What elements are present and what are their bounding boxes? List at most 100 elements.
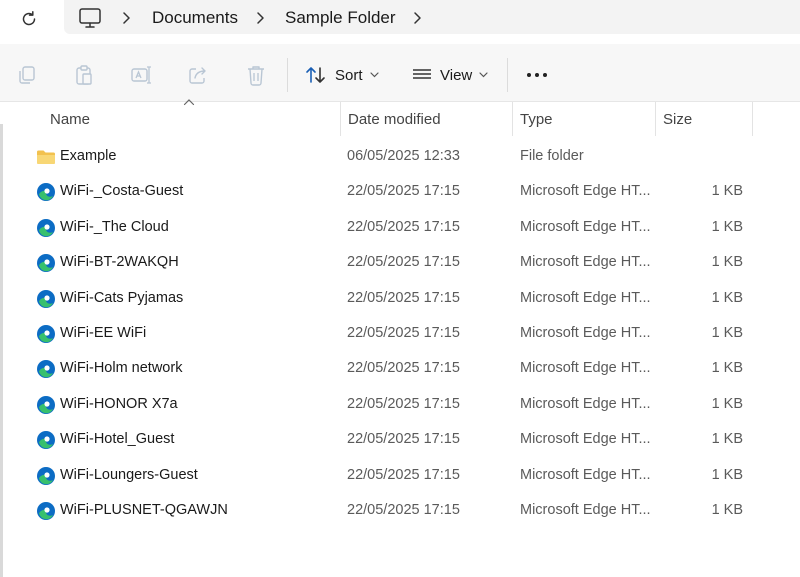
file-type: Microsoft Edge HT... bbox=[520, 431, 651, 448]
file-size: 1 KB bbox=[711, 289, 743, 306]
file-size: 1 KB bbox=[711, 254, 743, 271]
file-size: 1 KB bbox=[711, 218, 743, 235]
breadcrumb-sample-folder[interactable]: Sample Folder bbox=[285, 8, 396, 28]
refresh-button[interactable] bbox=[16, 6, 42, 32]
file-date: 22/05/2025 17:15 bbox=[347, 360, 460, 377]
edge-icon bbox=[37, 431, 55, 450]
file-size: 1 KB bbox=[711, 324, 743, 341]
rename-icon[interactable] bbox=[130, 64, 152, 86]
file-size: 1 KB bbox=[711, 431, 743, 448]
file-type: Microsoft Edge HT... bbox=[520, 254, 651, 271]
chevron-right-icon[interactable] bbox=[412, 10, 422, 26]
file-row[interactable]: WiFi-Loungers-Guest 22/05/2025 17:15 Mic… bbox=[0, 458, 800, 493]
monitor-icon[interactable] bbox=[78, 7, 102, 29]
file-size: 1 KB bbox=[711, 395, 743, 412]
breadcrumb-documents[interactable]: Documents bbox=[152, 8, 238, 28]
file-name: WiFi-Loungers-Guest bbox=[60, 466, 198, 483]
edge-icon bbox=[37, 218, 55, 237]
file-date: 22/05/2025 17:15 bbox=[347, 183, 460, 200]
file-name: Example bbox=[60, 148, 117, 164]
edge-icon bbox=[37, 360, 55, 379]
copy-icon[interactable] bbox=[16, 64, 38, 86]
file-size: 1 KB bbox=[711, 360, 743, 377]
file-size: 1 KB bbox=[711, 501, 743, 518]
chevron-down-icon bbox=[479, 72, 488, 78]
more-options-icon[interactable] bbox=[524, 66, 550, 84]
file-type: Microsoft Edge HT... bbox=[520, 360, 651, 377]
file-row[interactable]: WiFi-_The Cloud 22/05/2025 17:15 Microso… bbox=[0, 210, 800, 245]
file-date: 22/05/2025 17:15 bbox=[347, 395, 460, 412]
file-size: 1 KB bbox=[711, 466, 743, 483]
column-header-name[interactable]: Name bbox=[42, 102, 340, 136]
file-type: Microsoft Edge HT... bbox=[520, 218, 651, 235]
column-header-type-label: Type bbox=[520, 110, 553, 128]
edge-icon bbox=[37, 395, 55, 414]
view-label: View bbox=[440, 66, 473, 84]
file-name: WiFi-_The Cloud bbox=[60, 218, 169, 235]
file-type: Microsoft Edge HT... bbox=[520, 501, 651, 518]
file-row[interactable]: WiFi-_Costa-Guest 22/05/2025 17:15 Micro… bbox=[0, 174, 800, 209]
file-name: WiFi-BT-2WAKQH bbox=[60, 254, 179, 271]
file-row[interactable]: WiFi-Hotel_Guest 22/05/2025 17:15 Micros… bbox=[0, 422, 800, 457]
edge-icon bbox=[37, 289, 55, 308]
file-row[interactable]: WiFi-HONOR X7a 22/05/2025 17:15 Microsof… bbox=[0, 387, 800, 422]
file-name: WiFi-PLUSNET-QGAWJN bbox=[60, 501, 228, 518]
command-bar: Sort View bbox=[0, 44, 800, 102]
refresh-icon bbox=[22, 11, 36, 26]
file-type: Microsoft Edge HT... bbox=[520, 289, 651, 306]
toolbar-divider bbox=[507, 58, 508, 92]
column-header-size-label: Size bbox=[663, 110, 693, 128]
file-row-folder[interactable]: Example 06/05/2025 12:33 File folder bbox=[0, 139, 800, 174]
view-icon bbox=[413, 69, 431, 79]
column-header-date-modified[interactable]: Date modified bbox=[340, 102, 512, 136]
file-row[interactable]: WiFi-Holm network 22/05/2025 17:15 Micro… bbox=[0, 351, 800, 386]
file-size: 1 KB bbox=[711, 183, 743, 200]
file-type: File folder bbox=[520, 148, 584, 164]
column-header-name-label: Name bbox=[50, 110, 91, 128]
view-button[interactable]: View bbox=[412, 62, 488, 88]
file-name: WiFi-Hotel_Guest bbox=[60, 431, 175, 448]
file-date: 22/05/2025 17:15 bbox=[347, 431, 460, 448]
column-header-type[interactable]: Type bbox=[512, 102, 655, 136]
edge-icon bbox=[37, 183, 55, 202]
file-row[interactable]: WiFi-BT-2WAKQH 22/05/2025 17:15 Microsof… bbox=[0, 245, 800, 280]
file-date: 22/05/2025 17:15 bbox=[347, 324, 460, 341]
file-name: WiFi-_Costa-Guest bbox=[60, 183, 184, 200]
edge-icon bbox=[37, 466, 55, 485]
chevron-right-icon[interactable] bbox=[121, 10, 131, 26]
file-type: Microsoft Edge HT... bbox=[520, 183, 651, 200]
file-date: 06/05/2025 12:33 bbox=[347, 148, 460, 164]
file-type: Microsoft Edge HT... bbox=[520, 466, 651, 483]
file-type: Microsoft Edge HT... bbox=[520, 324, 651, 341]
toolbar-divider bbox=[287, 58, 288, 92]
sort-label: Sort bbox=[335, 66, 363, 84]
file-row[interactable]: WiFi-Cats Pyjamas 22/05/2025 17:15 Micro… bbox=[0, 281, 800, 316]
file-row[interactable]: WiFi-PLUSNET-QGAWJN 22/05/2025 17:15 Mic… bbox=[0, 493, 800, 528]
file-name: WiFi-Holm network bbox=[60, 360, 183, 377]
edge-icon bbox=[37, 324, 55, 343]
chevron-down-icon bbox=[369, 72, 379, 78]
share-icon[interactable] bbox=[187, 64, 209, 86]
column-header-date-label: Date modified bbox=[348, 110, 441, 128]
file-name: WiFi-Cats Pyjamas bbox=[60, 289, 184, 306]
file-row[interactable]: WiFi-EE WiFi 22/05/2025 17:15 Microsoft … bbox=[0, 316, 800, 351]
file-name: WiFi-EE WiFi bbox=[60, 324, 147, 341]
file-date: 22/05/2025 17:15 bbox=[347, 466, 460, 483]
edge-icon bbox=[37, 254, 55, 273]
file-list: Example 06/05/2025 12:33 File folder WiF… bbox=[0, 139, 800, 528]
edge-icon bbox=[37, 501, 55, 520]
file-date: 22/05/2025 17:15 bbox=[347, 501, 460, 518]
column-resize-handle[interactable] bbox=[752, 102, 753, 136]
file-name: WiFi-HONOR X7a bbox=[60, 395, 178, 412]
paste-icon[interactable] bbox=[73, 64, 95, 86]
delete-icon[interactable] bbox=[245, 64, 267, 86]
column-header-size[interactable]: Size bbox=[655, 102, 752, 136]
column-header-row: Name Date modified Type Size bbox=[0, 102, 800, 136]
chevron-right-icon[interactable] bbox=[255, 10, 265, 26]
folder-icon bbox=[37, 150, 55, 164]
address-row: Documents Sample Folder bbox=[0, 0, 800, 40]
file-date: 22/05/2025 17:15 bbox=[347, 254, 460, 271]
sort-icon bbox=[306, 67, 325, 83]
sort-button[interactable]: Sort bbox=[305, 62, 379, 88]
file-date: 22/05/2025 17:15 bbox=[347, 218, 460, 235]
